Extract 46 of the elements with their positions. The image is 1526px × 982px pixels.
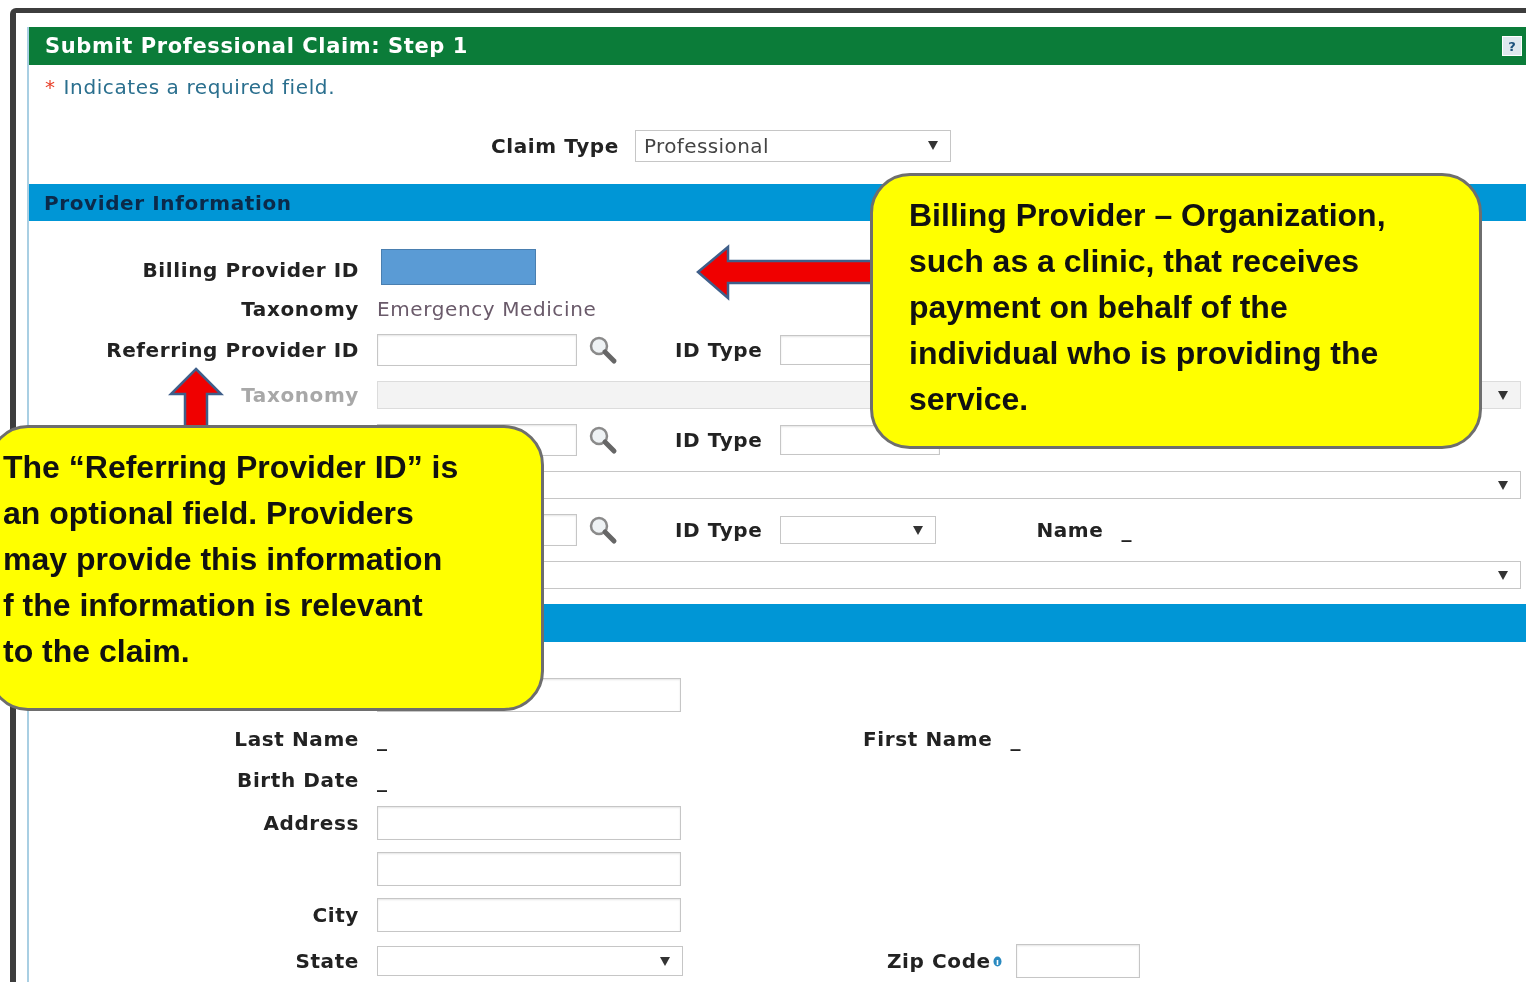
- caret-icon: [1498, 570, 1508, 580]
- tooltip-text: The “Referring Provider ID” is an optional field. Providers may provide this information f the information is relevant to the claim.: [3, 448, 459, 671]
- birth-date-value: _: [377, 768, 387, 792]
- text-field[interactable]: [377, 852, 681, 886]
- caret-icon: [913, 525, 924, 535]
- id-type-label: ID Type: [675, 428, 763, 452]
- caret-icon: [927, 141, 938, 150]
- field-label: City: [312, 903, 359, 927]
- field-label: First Name: [863, 727, 993, 751]
- id-type-label: ID Type: [675, 338, 763, 362]
- zip-code-field[interactable]: [1015, 944, 1140, 978]
- name-value: _: [1121, 518, 1132, 542]
- state-select[interactable]: [377, 946, 683, 976]
- search-icon[interactable]: [587, 424, 619, 456]
- required-note: Indicates a required field.: [63, 75, 336, 101]
- field-label: Last Name: [234, 727, 359, 751]
- field-label: Referring Provider ID: [106, 338, 359, 362]
- help-button[interactable]: ?: [1502, 36, 1522, 56]
- text-field[interactable]: [377, 806, 681, 840]
- caret-icon: [660, 956, 670, 966]
- taxonomy-value: Emergency Medicine: [377, 297, 597, 321]
- provider-id-field[interactable]: [377, 334, 577, 366]
- last-name-value: _: [377, 727, 387, 751]
- name-label: Name: [1036, 518, 1104, 542]
- id-type-select[interactable]: [780, 516, 937, 544]
- info-icon: [992, 955, 1002, 967]
- id-type-label: ID Type: [675, 518, 763, 542]
- caret-icon: [1498, 480, 1508, 490]
- field-label: Address: [263, 811, 359, 835]
- text-field[interactable]: [377, 898, 681, 932]
- caret-icon: [1498, 390, 1508, 400]
- search-icon[interactable]: [587, 334, 619, 366]
- first-name-value: _: [1010, 727, 1021, 751]
- required-marker: *: [45, 75, 56, 101]
- field-label: Claim Type: [491, 133, 619, 158]
- field-label: Taxonomy: [241, 297, 359, 321]
- section-title: Provider Information: [44, 190, 292, 215]
- panel-title: Submit Professional Claim: Step 1: [45, 34, 469, 58]
- field-label: Taxonomy: [241, 383, 359, 407]
- field-label: Birth Date: [237, 768, 359, 792]
- tooltip-text: Billing Provider – Organization, such as a clinic, that receives payment on behalf of the individual who is providing the service.: [909, 196, 1386, 419]
- claim-type-select[interactable]: Professional: [634, 129, 951, 162]
- field-label: Billing Provider ID: [142, 258, 359, 282]
- field-label: Zip Code: [887, 949, 991, 973]
- search-icon[interactable]: [587, 514, 619, 546]
- field-label: State: [295, 949, 359, 973]
